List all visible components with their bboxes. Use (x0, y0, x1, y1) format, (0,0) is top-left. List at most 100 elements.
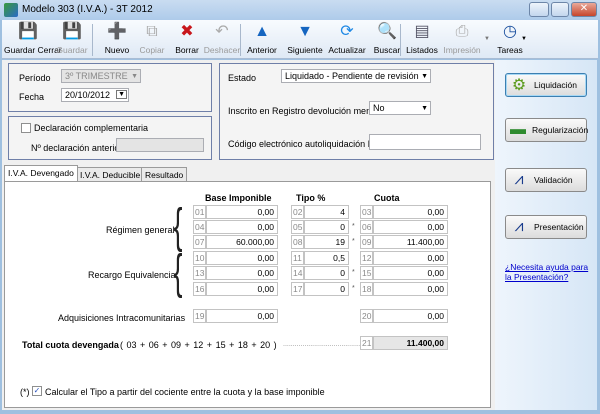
base-imponible-input[interactable]: 0,00 (206, 251, 278, 265)
box-code: 16 (193, 282, 206, 296)
side-button-presentacion[interactable]: ⩘ Presentación (505, 215, 587, 239)
complementaria-group: Declaración complementaria Nº declaració… (8, 116, 212, 160)
toolbar-buscar-button[interactable]: 🔍 Buscar (367, 22, 407, 55)
toolbar-button-label: Buscar (373, 45, 401, 55)
tab-iva-devengado[interactable]: I.V.A. Devengado (4, 165, 78, 181)
save-icon: 💾 (62, 23, 82, 40)
toolbar-actualizar-button[interactable]: ⟳ Actualizar (327, 22, 367, 55)
side-button-regularizacion[interactable]: ▬ Regularización (505, 118, 588, 142)
box-code: 08 (291, 235, 304, 249)
base-imponible-input[interactable]: 60.000,00 (206, 235, 278, 249)
toolbar-button-label: Copiar (139, 45, 165, 55)
cuota-input[interactable]: 0,00 (373, 205, 448, 219)
toolbar-borrar-button[interactable]: ✖ Borrar (167, 22, 207, 55)
side-button-liquidacion[interactable]: ⚙ Liquidación (505, 73, 587, 97)
calendar-dropdown-icon[interactable]: ▼ (116, 90, 127, 99)
toolbar-nuevo-button[interactable]: ➕ Nuevo (97, 22, 137, 55)
save-close-icon: 💾 (18, 23, 38, 40)
side-button-validacion[interactable]: ⩘ Validación (505, 168, 587, 192)
arrow-up-icon: ▲ (254, 23, 270, 40)
tipo-input[interactable]: 0 (304, 266, 349, 280)
tipo-input[interactable]: 0 (304, 282, 349, 296)
chevron-down-icon: ▼ (421, 73, 428, 80)
toolbar-button-label: Borrar (175, 45, 199, 55)
total-formula: ( 03 + 06 + 09 + 12 + 15 + 18 + 20 ) (120, 340, 277, 350)
close-button[interactable]: ✕ (571, 2, 597, 17)
calcular-tipo-label: Calcular el Tipo a partir del cociente e… (45, 387, 325, 397)
toolbar-deshacer-button[interactable]: ↶ Deshacer (202, 22, 242, 55)
box-code: 05 (291, 220, 304, 234)
adq-cuota-input[interactable]: 0,00 (373, 309, 448, 323)
asterisk-mark: * (352, 238, 355, 245)
left-brace-icon: { (173, 246, 183, 299)
toolbar-guardar-cerrar-button[interactable]: 💾 Guardar Cerrar (4, 22, 62, 55)
base-imponible-input[interactable]: 0,00 (206, 266, 278, 280)
dropdown-arrow-icon[interactable]: ▼ (521, 36, 527, 42)
toolbar-guardar-button[interactable]: 💾 Guardar (52, 22, 92, 55)
box-code: 10 (193, 251, 206, 265)
cuota-input[interactable]: 0,00 (373, 220, 448, 234)
cuota-input[interactable]: 0,00 (373, 282, 448, 296)
reports-icon: ▤ (414, 23, 430, 40)
calcular-tipo-checkbox[interactable]: ✓ (32, 386, 42, 396)
box-code: 09 (360, 235, 373, 249)
tipo-input[interactable]: 4 (304, 205, 349, 219)
box-code: 13 (193, 266, 206, 280)
chevron-down-icon: ▼ (421, 105, 428, 112)
toolbar-siguiente-button[interactable]: ▼ Siguiente (285, 22, 325, 55)
toolbar-anterior-button[interactable]: ▲ Anterior (242, 22, 282, 55)
dotted-leader: ........................................… (283, 341, 369, 348)
toolbar-button-label: Guardar (56, 45, 88, 55)
fecha-date-picker[interactable]: 20/10/2012 ▼ (61, 88, 129, 102)
cuota-input[interactable]: 0,00 (373, 251, 448, 265)
num-anterior-label: Nº declaración anterior (31, 143, 123, 153)
complementaria-checkbox[interactable] (21, 123, 31, 133)
base-imponible-input[interactable]: 0,00 (206, 282, 278, 296)
undo-icon: ↶ (215, 23, 229, 40)
printer-icon: ⎙ (455, 23, 469, 40)
asterisk-mark: * (352, 285, 355, 292)
help-link[interactable]: ¿Necesita ayuda para la Presentación? (505, 262, 590, 282)
periodo-value: 3º TRIMESTRE (65, 71, 128, 81)
tab-iva-deducible[interactable]: I.V.A. Deducible (76, 167, 145, 182)
chevron-down-icon: ▼ (131, 73, 138, 80)
toolbar-button-label: Guardar Cerrar (4, 45, 62, 55)
estado-group: Estado Liquidado - Pendiente de revisión… (219, 63, 494, 160)
minimize-button[interactable] (529, 2, 549, 17)
num-anterior-input[interactable] (116, 138, 204, 152)
cuota-input[interactable]: 11.400,00 (373, 235, 448, 249)
box-code: 06 (360, 220, 373, 234)
cuota-input[interactable]: 0,00 (373, 266, 448, 280)
book-icon: ▬ (510, 121, 526, 138)
toolbar-copiar-button[interactable]: ⧉ Copiar (132, 22, 172, 55)
adq-base-input[interactable]: 0,00 (206, 309, 278, 323)
box-code: 07 (193, 235, 206, 249)
toolbar-listados-button[interactable]: ▤ Listados (402, 22, 442, 55)
codigo-input[interactable] (369, 134, 481, 150)
box-code: 02 (291, 205, 304, 219)
tab-resultado[interactable]: Resultado (141, 167, 188, 182)
registro-select[interactable]: No ▼ (369, 101, 431, 115)
footnote-mark: (*) (20, 387, 30, 397)
toolbar-impresión-button[interactable]: ⎙ Impresión (442, 22, 482, 55)
box-code: 18 (360, 282, 373, 296)
box-code: 17 (291, 282, 304, 296)
registro-value: No (373, 103, 385, 113)
periodo-select[interactable]: 3º TRIMESTRE ▼ (61, 69, 141, 83)
tipo-input[interactable]: 19 (304, 235, 349, 249)
box-code: 14 (291, 266, 304, 280)
aeat-logo-icon: ⩘ (514, 218, 524, 235)
maximize-button[interactable] (551, 2, 569, 17)
app-icon (4, 3, 18, 17)
tipo-input[interactable]: 0 (304, 220, 349, 234)
dropdown-arrow-icon[interactable]: ▼ (484, 36, 490, 42)
window-title: Modelo 303 (I.V.A.) - 3T 2012 (22, 4, 153, 15)
base-imponible-input[interactable]: 0,00 (206, 220, 278, 234)
box-code: 01 (193, 205, 206, 219)
tipo-input[interactable]: 0,5 (304, 251, 349, 265)
estado-select[interactable]: Liquidado - Pendiente de revisión ▼ (281, 69, 431, 83)
toolbar-button-label: Impresión (443, 45, 481, 55)
base-imponible-input[interactable]: 0,00 (206, 205, 278, 219)
aeat-logo-icon: ⩘ (514, 171, 524, 188)
fecha-label: Fecha (19, 92, 45, 102)
